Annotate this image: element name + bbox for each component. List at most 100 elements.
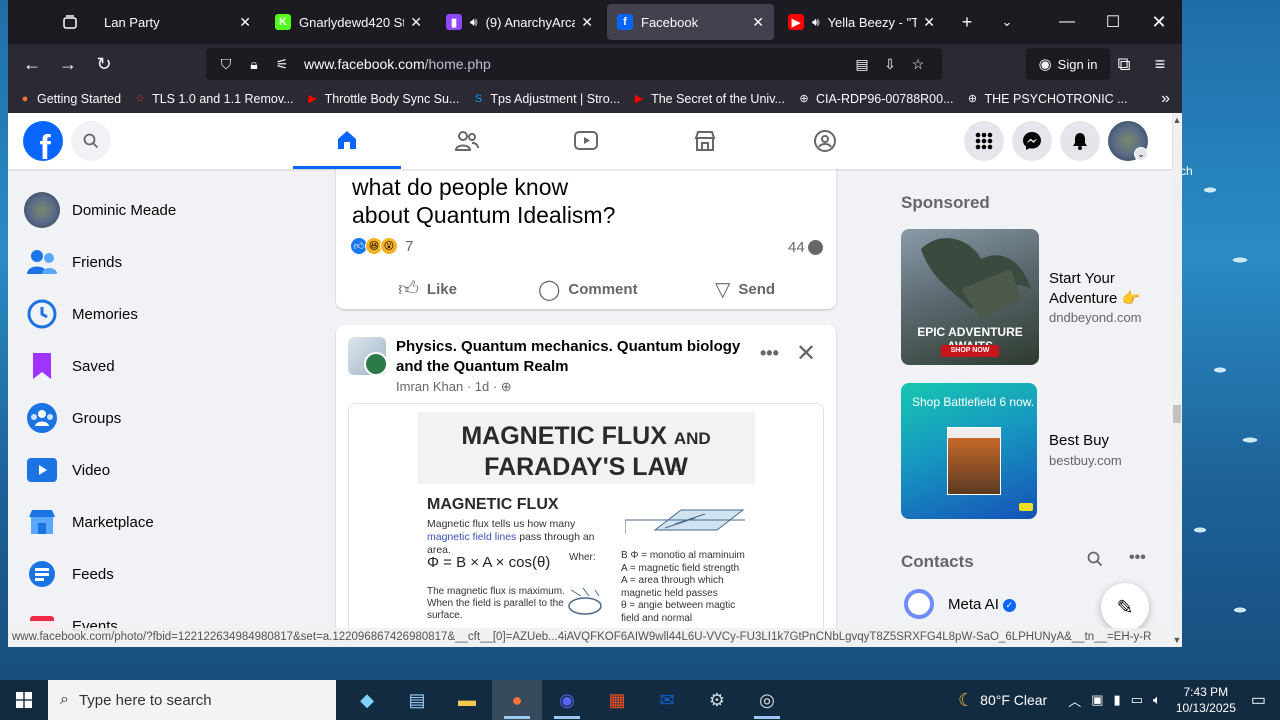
discord-icon[interactable]: ◉ xyxy=(542,680,592,720)
post-time[interactable]: · 1d · xyxy=(467,379,497,394)
maximize-icon[interactable]: ☐ xyxy=(1090,0,1136,44)
sidebar-item[interactable]: Video xyxy=(24,444,324,496)
bookmark-item[interactable]: ● Getting Started xyxy=(18,92,121,106)
menu-icon[interactable]: ≡ xyxy=(1142,48,1178,80)
ad-title[interactable]: Best Buy xyxy=(1049,431,1159,451)
firefox-taskbar-icon[interactable]: ● xyxy=(492,680,542,720)
notifications-icon[interactable]: ▭ xyxy=(1251,690,1266,710)
sidebar-item[interactable]: Dominic Meade xyxy=(24,184,324,236)
usb-icon[interactable]: ▮ xyxy=(1114,692,1121,708)
sidebar-item[interactable]: Groups xyxy=(24,392,324,444)
bookmark-item[interactable]: ▶ Throttle Body Sync Su... xyxy=(306,92,459,106)
sidebar-item[interactable]: Memories xyxy=(24,288,324,340)
ad-shop-now-button[interactable]: SHOP NOW xyxy=(941,345,999,357)
more-bookmarks-icon[interactable]: » xyxy=(1161,90,1170,108)
nav-friends-icon[interactable] xyxy=(413,113,521,169)
bookmark-item[interactable]: ⊕ CIA-RDP96-00788R00... xyxy=(797,92,953,106)
list-all-tabs-icon[interactable]: ⌄ xyxy=(987,0,1027,44)
sidebar-item[interactable]: Marketplace xyxy=(24,496,324,548)
tab-audio-icon[interactable]: 🔊︎ xyxy=(470,15,478,30)
contact-meta-ai[interactable]: Meta AI ✓ xyxy=(948,596,1016,613)
reader-view-icon[interactable]: ▤ xyxy=(848,56,876,73)
contacts-more-icon[interactable]: ••• xyxy=(1129,549,1146,567)
scroll-up-icon[interactable]: ▲ xyxy=(1172,115,1182,125)
facebook-logo-icon[interactable]: f xyxy=(23,121,63,161)
reload-icon[interactable]: ↻ xyxy=(86,48,122,80)
scroll-down-icon[interactable]: ▼ xyxy=(1172,635,1182,645)
messenger-icon[interactable] xyxy=(1012,121,1052,161)
back-icon[interactable]: ← xyxy=(14,48,50,80)
hide-post-close-icon[interactable]: ✕ xyxy=(796,339,816,368)
obs-icon[interactable]: ◎ xyxy=(742,680,792,720)
tab-close-icon[interactable]: ✕ xyxy=(410,14,422,31)
sidebar-item[interactable]: Friends xyxy=(24,236,324,288)
ad-image-dndbeyond[interactable]: EPIC ADVENTURE AWAITS SHOP NOW xyxy=(901,229,1039,365)
new-message-compose-icon[interactable]: ✎ xyxy=(1101,583,1149,631)
bookmark-item[interactable]: ☆ TLS 1.0 and 1.1 Remov... xyxy=(133,92,293,106)
browser-tab[interactable]: ▮ 🔊︎ (9) AnarchyArca ✕ xyxy=(436,4,603,40)
nav-marketplace-icon[interactable] xyxy=(651,113,759,169)
taskbar-search-box[interactable]: ⌕ Type here to search xyxy=(48,680,336,720)
ad-url[interactable]: bestbuy.com xyxy=(1049,453,1122,468)
bookmark-item[interactable]: ⊕ THE PSYCHOTRONIC ... xyxy=(966,92,1128,106)
clock[interactable]: 7:43 PM 10/13/2025 xyxy=(1176,684,1236,716)
tab-list-icon[interactable] xyxy=(48,0,92,44)
nav-video-icon[interactable] xyxy=(532,113,640,169)
steam-icon[interactable]: ⚙ xyxy=(692,680,742,720)
sidebar-item[interactable]: Feeds xyxy=(24,548,324,600)
facebook-search-icon[interactable] xyxy=(71,121,111,161)
file-explorer-icon[interactable]: ▬ xyxy=(442,680,492,720)
author-avatar[interactable] xyxy=(364,352,388,376)
reactions-summary[interactable]: 👍︎ 😆︎ 😮︎ 7 xyxy=(350,237,413,255)
bookmark-item[interactable]: ▶ The Secret of the Univ... xyxy=(632,92,785,106)
url-text[interactable]: www.facebook.com/home.php xyxy=(304,56,491,72)
lock-icon[interactable]: 🔒︎ xyxy=(240,56,268,73)
page-scrollbar[interactable]: ▲ ▼ xyxy=(1172,113,1182,647)
microsoft-store-icon[interactable]: ▦ xyxy=(592,680,642,720)
ad-image-bestbuy[interactable]: Shop Battlefield 6 now. xyxy=(901,383,1037,519)
comment-button[interactable]: ◯ Comment xyxy=(538,277,638,302)
bookmark-star-icon[interactable]: ☆ xyxy=(904,56,932,73)
author-name[interactable]: Imran Khan xyxy=(396,379,463,394)
permissions-icon[interactable]: ⚟ xyxy=(268,56,296,73)
tab-audio-icon[interactable]: 🔊︎ xyxy=(812,15,820,30)
minimize-icon[interactable]: — xyxy=(1044,0,1090,44)
browser-tab[interactable]: K Gnarlydewd420 Stre ✕ xyxy=(265,4,432,40)
nav-groups-icon[interactable] xyxy=(771,113,879,169)
copilot-icon[interactable]: ◆ xyxy=(342,680,392,720)
save-to-pocket-icon[interactable]: ⇩ xyxy=(876,56,904,73)
browser-tab[interactable]: Lan Party ✕ xyxy=(94,4,261,40)
tray-app-icon[interactable]: ▣ xyxy=(1091,692,1103,708)
shield-icon[interactable]: ⛉ xyxy=(212,56,240,73)
scrollbar-thumb[interactable] xyxy=(1173,405,1181,423)
outlook-icon[interactable]: ✉ xyxy=(642,680,692,720)
sidebar-item[interactable]: Saved xyxy=(24,340,324,392)
url-bar[interactable]: ⛉ 🔒︎ ⚟ www.facebook.com/home.php ▤ ⇩ ☆ xyxy=(206,48,942,80)
forward-icon[interactable]: → xyxy=(50,48,86,80)
extensions-icon[interactable]: ⧉ xyxy=(1106,48,1142,80)
menu-grid-icon[interactable] xyxy=(964,121,1004,161)
desktop-app-icon[interactable]: ▤ xyxy=(392,680,442,720)
tab-close-icon[interactable]: ✕ xyxy=(239,14,251,31)
post-image[interactable]: MAGNETIC FLUX AND FARADAY'S LAW MAGNETIC… xyxy=(348,403,824,647)
contacts-search-icon[interactable] xyxy=(1087,551,1103,572)
group-name-link[interactable]: Physics. Quantum mechanics. Quantum biol… xyxy=(396,337,756,377)
ad-url[interactable]: dndbeyond.com xyxy=(1049,310,1142,325)
ad-title[interactable]: Start Your Adventure 👉 xyxy=(1049,269,1159,309)
volume-icon[interactable]: 🔈︎ xyxy=(1153,692,1161,708)
new-tab-icon[interactable]: + xyxy=(947,0,987,44)
more-options-icon[interactable]: ••• xyxy=(760,343,779,364)
nav-home-icon[interactable] xyxy=(293,113,401,169)
show-hidden-icons-chevron-icon[interactable]: ︿ xyxy=(1068,691,1081,710)
bookmark-item[interactable]: S Tps Adjustment | Stro... xyxy=(471,92,620,106)
network-icon[interactable]: ▭ xyxy=(1131,692,1143,708)
account-chevron-down-icon[interactable]: ⌄ xyxy=(1134,147,1148,161)
meta-ai-icon[interactable] xyxy=(904,589,934,619)
notifications-bell-icon[interactable] xyxy=(1060,121,1100,161)
tab-close-icon[interactable]: ✕ xyxy=(752,14,764,31)
windows-start-icon[interactable] xyxy=(0,680,48,720)
browser-tab[interactable]: ▶ 🔊︎ Yella Beezy - "Th ✕ xyxy=(778,4,945,40)
comment-count[interactable]: 44 xyxy=(788,239,823,256)
browser-tab[interactable]: f Facebook ✕ xyxy=(607,4,774,40)
tab-close-icon[interactable]: ✕ xyxy=(923,14,935,31)
